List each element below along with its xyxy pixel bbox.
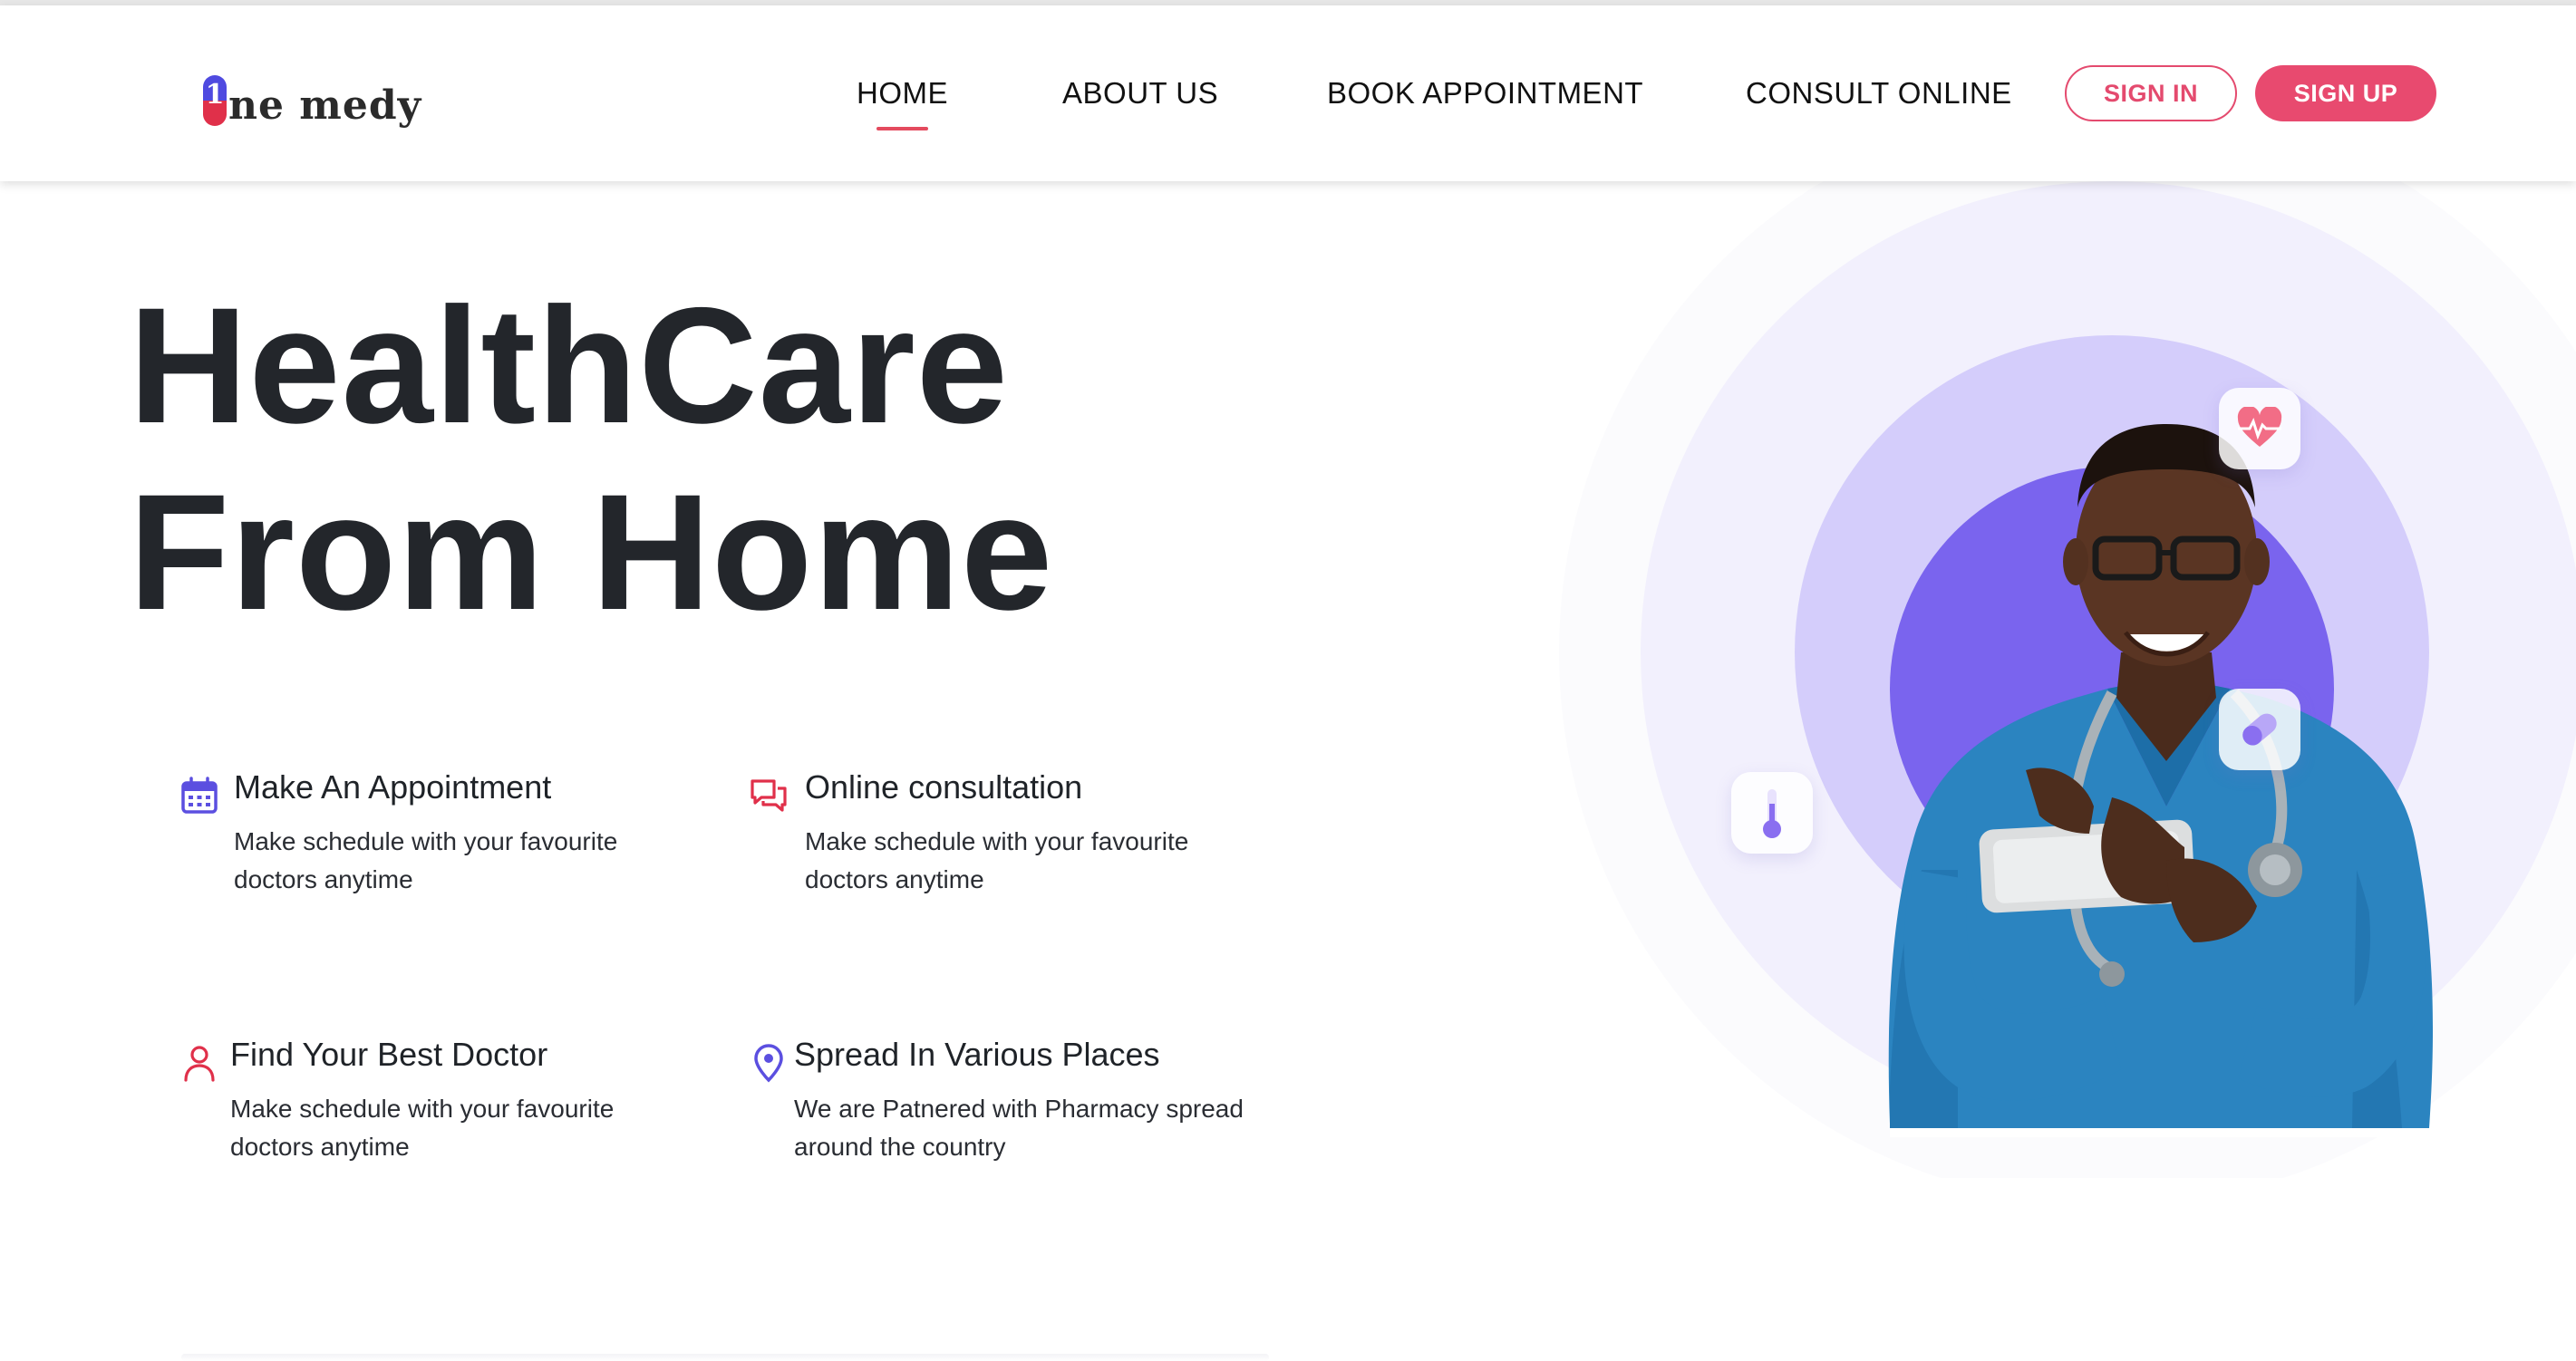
chat-icon <box>751 779 787 812</box>
heart-rate-icon <box>2237 407 2282 447</box>
sign-in-button[interactable]: SIGN IN <box>2065 65 2237 121</box>
feature-description: Make schedule with your favourite doctor… <box>230 1095 615 1161</box>
logo[interactable]: 1 ne medy <box>203 69 421 132</box>
feature-title: Find Your Best Doctor <box>230 1036 548 1073</box>
feature-description: Make schedule with your favourite doctor… <box>805 827 1189 893</box>
nav-about-us[interactable]: ABOUT US <box>1062 76 1218 111</box>
thermometer-card <box>1731 772 1813 854</box>
pill-icon <box>2242 713 2277 746</box>
feature-description: We are Patnered with Pharmacy spread aro… <box>794 1095 1244 1161</box>
hero-title-line-1: HealthCare <box>129 273 1009 458</box>
feature-description: Make schedule with your favourite doctor… <box>234 827 618 893</box>
section-divider <box>181 1354 1269 1361</box>
feature-title: Make An Appointment <box>234 768 552 806</box>
logo-text: ne medy <box>228 82 422 129</box>
hero-illustration <box>1532 100 2576 1205</box>
doctor-illustration <box>1559 100 2576 1205</box>
pill-card <box>2219 689 2300 770</box>
hero-title-line-2: From Home <box>129 459 1054 644</box>
navbar: 1 ne medy HOME ABOUT US BOOK APPOINTMENT… <box>0 5 2576 181</box>
user-icon <box>184 1046 215 1082</box>
feature-title: Spread In Various Places <box>794 1036 1160 1073</box>
feature-title: Online consultation <box>805 768 1083 806</box>
logo-pill-icon: 1 <box>203 75 227 126</box>
thermometer-icon <box>1763 789 1781 838</box>
nav-book-appointment[interactable]: BOOK APPOINTMENT <box>1327 76 1643 111</box>
calendar-icon <box>181 777 218 814</box>
nav-home[interactable]: HOME <box>857 76 948 130</box>
location-pin-icon <box>754 1044 783 1083</box>
hero-title: HealthCare From Home <box>129 272 1053 645</box>
nav-consult-online[interactable]: CONSULT ONLINE <box>1746 76 2012 111</box>
heart-rate-card <box>2219 388 2300 469</box>
sign-up-button[interactable]: SIGN UP <box>2255 65 2436 121</box>
